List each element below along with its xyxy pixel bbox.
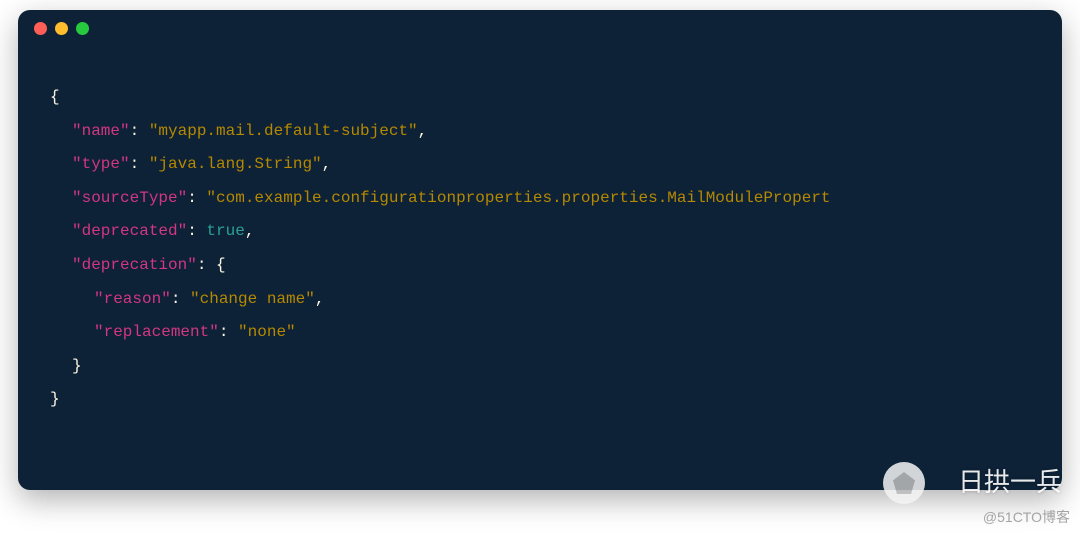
json-key-type: "type" [72, 155, 130, 173]
colon: : [130, 122, 149, 140]
json-value-name: "myapp.mail.default-subject" [149, 122, 418, 140]
colon: : [219, 323, 238, 341]
json-value-replacement: "none" [238, 323, 296, 341]
colon: : [187, 189, 206, 207]
json-key-name: "name" [72, 122, 130, 140]
terminal-window: { "name": "myapp.mail.default-subject", … [18, 10, 1062, 490]
watermark-blog: @51CTO博客 [983, 507, 1070, 527]
comma: , [245, 222, 255, 240]
open-brace: { [50, 88, 60, 106]
json-key-deprecated: "deprecated" [72, 222, 187, 240]
close-brace: } [50, 390, 60, 408]
title-bar [18, 10, 1062, 46]
comma: , [322, 155, 332, 173]
comma: , [418, 122, 428, 140]
minimize-icon[interactable] [55, 22, 68, 35]
code-block: { "name": "myapp.mail.default-subject", … [18, 46, 1062, 437]
json-key-deprecation: "deprecation" [72, 256, 197, 274]
watermark-logo-icon [883, 462, 925, 504]
json-key-reason: "reason" [94, 290, 171, 308]
colon: : [187, 222, 206, 240]
close-brace-inner: } [72, 357, 82, 375]
watermark-text: 日拱一兵 [958, 462, 1062, 499]
json-value-type: "java.lang.String" [149, 155, 322, 173]
json-value-deprecated: true [206, 222, 244, 240]
json-key-sourcetype: "sourceType" [72, 189, 187, 207]
colon-brace: : { [197, 256, 226, 274]
json-value-sourcetype: "com.example.configurationproperties.pro… [206, 189, 830, 207]
maximize-icon[interactable] [76, 22, 89, 35]
colon: : [171, 290, 190, 308]
json-key-replacement: "replacement" [94, 323, 219, 341]
colon: : [130, 155, 149, 173]
json-value-reason: "change name" [190, 290, 315, 308]
close-icon[interactable] [34, 22, 47, 35]
comma: , [315, 290, 325, 308]
